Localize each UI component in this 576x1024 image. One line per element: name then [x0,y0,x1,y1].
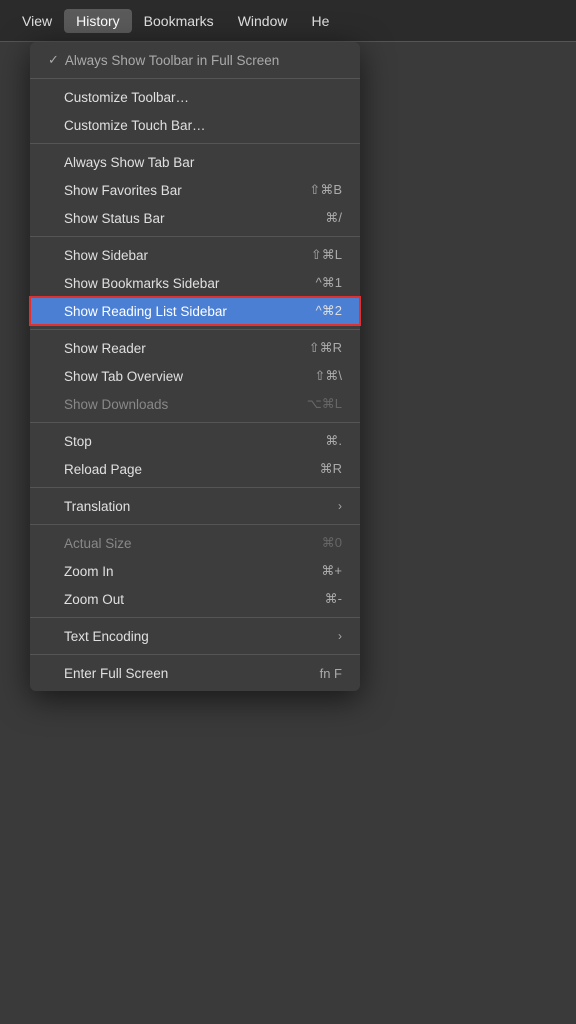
menu-view[interactable]: View [10,9,64,33]
menu-item-label-text: Show Sidebar [64,248,148,263]
menu-item-label-text: Show Reader [64,341,146,356]
separator-9 [30,654,360,655]
menu-item-label-text: Customize Touch Bar… [64,118,206,133]
menu-item-label-text: Enter Full Screen [64,666,168,681]
submenu-arrow-icon: › [338,499,342,513]
menu-item-show-bookmarks-sidebar[interactable]: Show Bookmarks Sidebar ^⌘1 [30,269,360,297]
shortcut-text: ⌥⌘L [307,396,342,412]
menu-item-customize-toolbar[interactable]: Customize Toolbar… [30,83,360,111]
shortcut-text: ⌘. [325,433,342,449]
menu-item-customize-touch-bar[interactable]: Customize Touch Bar… [30,111,360,139]
menu-item-label-text: Show Reading List Sidebar [64,304,227,319]
menu-item-label-text: Reload Page [64,462,142,477]
menu-item-label-text: Text Encoding [64,629,149,644]
menu-item-label-text: Customize Toolbar… [64,90,189,105]
menu-item-zoom-out[interactable]: Zoom Out ⌘- [30,585,360,613]
menu-item-reload-page[interactable]: Reload Page ⌘R [30,455,360,483]
menu-item-label-text: Show Favorites Bar [64,183,182,198]
shortcut-text: ^⌘1 [316,275,342,291]
menu-item-actual-size[interactable]: Actual Size ⌘0 [30,529,360,557]
view-menu-dropdown: ✓ Always Show Toolbar in Full Screen Cus… [30,42,360,691]
menu-bookmarks[interactable]: Bookmarks [132,9,226,33]
shortcut-text: ⇧⌘\ [314,368,342,384]
menu-item-show-sidebar[interactable]: Show Sidebar ⇧⌘L [30,241,360,269]
menu-item-always-show-tab-bar[interactable]: Always Show Tab Bar [30,148,360,176]
menu-history[interactable]: History [64,9,132,33]
separator-8 [30,617,360,618]
menu-item-text-encoding[interactable]: Text Encoding › [30,622,360,650]
submenu-arrow-icon: › [338,629,342,643]
shortcut-text: ⌘R [320,461,342,477]
shortcut-text: ⇧⌘L [311,247,342,263]
separator-2 [30,143,360,144]
shortcut-text: fn F [320,666,342,681]
menu-item-label-text: Zoom Out [64,592,124,607]
menu-item-show-downloads[interactable]: Show Downloads ⌥⌘L [30,390,360,418]
menu-item-label-text: Show Status Bar [64,211,165,226]
separator-6 [30,487,360,488]
menu-help[interactable]: He [299,9,341,33]
menu-window[interactable]: Window [226,9,300,33]
menu-item-always-show-toolbar[interactable]: ✓ Always Show Toolbar in Full Screen [30,46,360,74]
menu-bar: View History Bookmarks Window He [0,0,576,42]
menu-item-show-status-bar[interactable]: Show Status Bar ⌘/ [30,204,360,232]
menu-item-label-text: Always Show Toolbar in Full Screen [65,53,279,68]
separator-1 [30,78,360,79]
separator-5 [30,422,360,423]
shortcut-text: ⇧⌘B [309,182,342,198]
shortcut-text: ⇧⌘R [309,340,342,356]
menu-item-label-text: Zoom In [64,564,114,579]
menu-item-label-text: Show Downloads [64,397,168,412]
shortcut-text: ^⌘2 [316,303,342,319]
shortcut-text: ⌘/ [325,210,342,226]
menu-item-stop[interactable]: Stop ⌘. [30,427,360,455]
menu-item-show-tab-overview[interactable]: Show Tab Overview ⇧⌘\ [30,362,360,390]
menu-item-show-favorites-bar[interactable]: Show Favorites Bar ⇧⌘B [30,176,360,204]
menu-item-enter-full-screen[interactable]: Enter Full Screen fn F [30,659,360,687]
checkmark-icon: ✓ [48,52,59,68]
shortcut-text: ⌘+ [321,563,342,579]
shortcut-text: ⌘0 [322,535,342,551]
menu-item-label-text: Stop [64,434,92,449]
menu-item-translation[interactable]: Translation › [30,492,360,520]
menu-item-show-reader[interactable]: Show Reader ⇧⌘R [30,334,360,362]
menu-item-label-text: Show Tab Overview [64,369,183,384]
shortcut-text: ⌘- [325,591,342,607]
menu-item-zoom-in[interactable]: Zoom In ⌘+ [30,557,360,585]
menu-item-label-text: Show Bookmarks Sidebar [64,276,219,291]
separator-4 [30,329,360,330]
menu-item-label-text: Translation [64,499,130,514]
menu-item-show-reading-list-sidebar[interactable]: Show Reading List Sidebar ^⌘2 [30,297,360,325]
menu-item-label-text: Always Show Tab Bar [64,155,194,170]
separator-3 [30,236,360,237]
menu-item-label-text: Actual Size [64,536,132,551]
separator-7 [30,524,360,525]
